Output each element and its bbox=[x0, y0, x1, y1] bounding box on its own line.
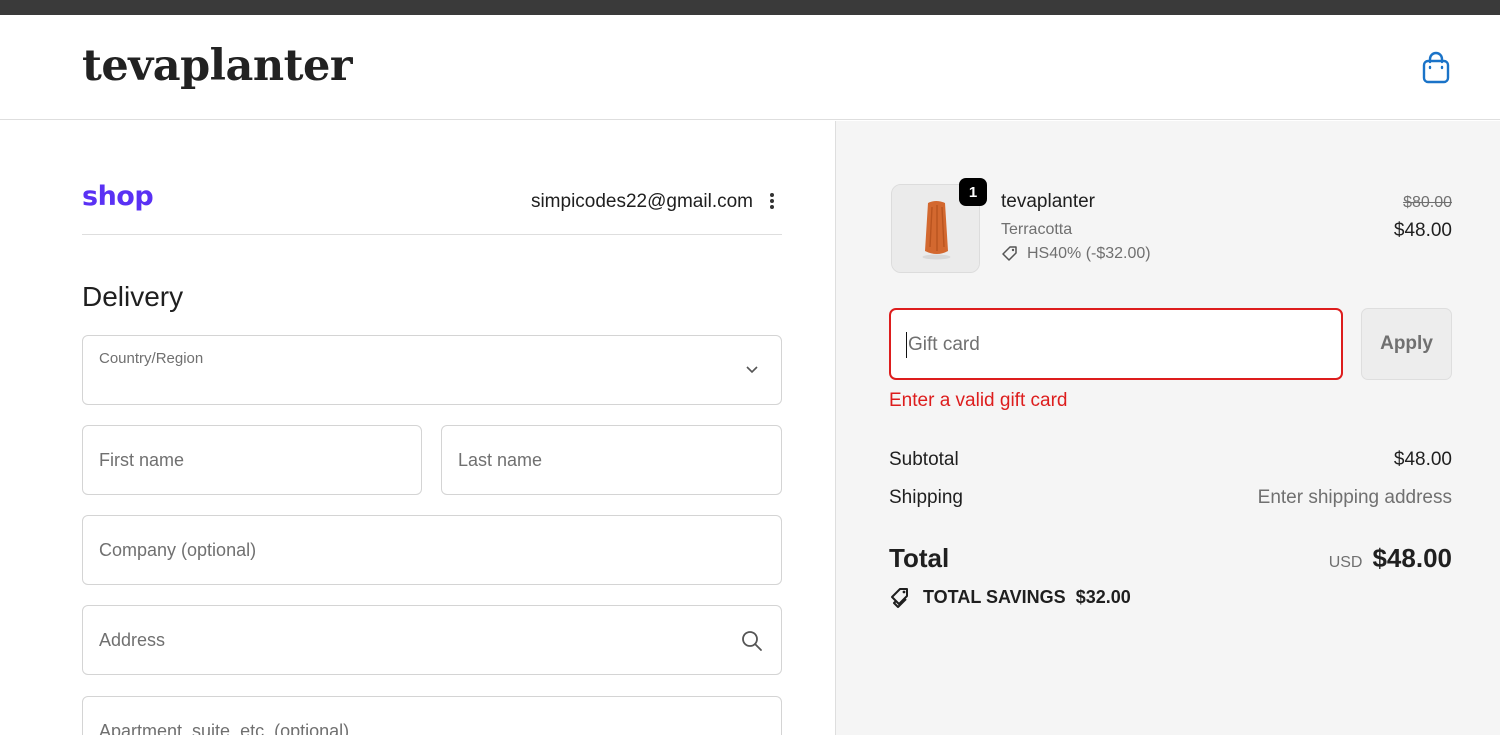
store-logo[interactable]: tevaplanter bbox=[82, 41, 352, 91]
checkout-form-panel: shop simpicodes22@gmail.com Delivery Cou… bbox=[0, 121, 835, 735]
total-currency: USD bbox=[1328, 554, 1363, 571]
total-amount: USD $48.00 bbox=[1329, 543, 1452, 574]
current-price: $48.00 bbox=[1393, 220, 1452, 241]
product-discount: HS40% (-$32.00) bbox=[1001, 245, 1151, 263]
country-label: Country/Region bbox=[99, 350, 204, 367]
company-field[interactable]: Company (optional) bbox=[82, 515, 782, 585]
apply-button[interactable]: Apply bbox=[1361, 308, 1452, 380]
text-caret bbox=[906, 332, 907, 358]
browser-top-bar bbox=[0, 0, 1500, 15]
subtotal-value: $48.00 bbox=[1393, 449, 1452, 470]
gift-card-placeholder: Gift card bbox=[908, 334, 980, 355]
tag-icon bbox=[1002, 246, 1017, 261]
checkout-header: tevaplanter bbox=[0, 15, 1500, 120]
order-summary-panel: 1 tevaplanter Terracotta HS40% (-$32.00)… bbox=[835, 121, 1500, 735]
quantity-badge: 1 bbox=[959, 178, 987, 206]
shopping-bag-icon bbox=[1422, 51, 1450, 84]
gift-card-input[interactable]: Gift card bbox=[889, 308, 1343, 380]
account-email: simpicodes22@gmail.com bbox=[530, 191, 753, 212]
more-vertical-icon bbox=[770, 193, 774, 197]
total-label: Total bbox=[889, 543, 950, 573]
shipping-label: Shipping bbox=[889, 487, 963, 508]
total-savings: TOTAL SAVINGS $32.00 bbox=[889, 586, 1131, 608]
search-icon bbox=[742, 631, 762, 651]
first-name-field[interactable]: First name bbox=[82, 425, 422, 495]
discount-code: HS40% (-$32.00) bbox=[1027, 245, 1151, 262]
savings-label: TOTAL SAVINGS bbox=[923, 586, 1066, 607]
total-value: $48.00 bbox=[1372, 543, 1452, 573]
cart-button[interactable] bbox=[1420, 50, 1452, 86]
original-price: $80.00 bbox=[1403, 194, 1452, 211]
company-placeholder: Company (optional) bbox=[99, 540, 257, 560]
last-name-field[interactable]: Last name bbox=[441, 425, 782, 495]
apartment-placeholder: Apartment, suite, etc. (optional) bbox=[99, 721, 350, 735]
savings-value: $32.00 bbox=[1075, 586, 1131, 607]
first-name-placeholder: First name bbox=[99, 450, 185, 470]
delivery-heading: Delivery bbox=[82, 281, 184, 312]
gift-card-error: Enter a valid gift card bbox=[889, 390, 1068, 411]
subtotal-label: Subtotal bbox=[889, 449, 959, 470]
apartment-field[interactable]: Apartment, suite, etc. (optional) bbox=[82, 696, 782, 735]
chevron-down-icon bbox=[746, 366, 758, 374]
product-variant: Terracotta bbox=[1001, 221, 1073, 238]
country-select[interactable]: Country/Region bbox=[82, 335, 782, 405]
savings-tag-icon bbox=[891, 588, 908, 608]
divider bbox=[82, 234, 782, 235]
account-menu-button[interactable] bbox=[762, 190, 782, 212]
last-name-placeholder: Last name bbox=[458, 450, 543, 470]
product-name: tevaplanter bbox=[1001, 191, 1096, 212]
shipping-value: Enter shipping address bbox=[1257, 487, 1452, 508]
address-field[interactable]: Address bbox=[82, 605, 782, 675]
address-placeholder: Address bbox=[99, 630, 166, 650]
shop-pay-logo: shop bbox=[82, 181, 154, 212]
